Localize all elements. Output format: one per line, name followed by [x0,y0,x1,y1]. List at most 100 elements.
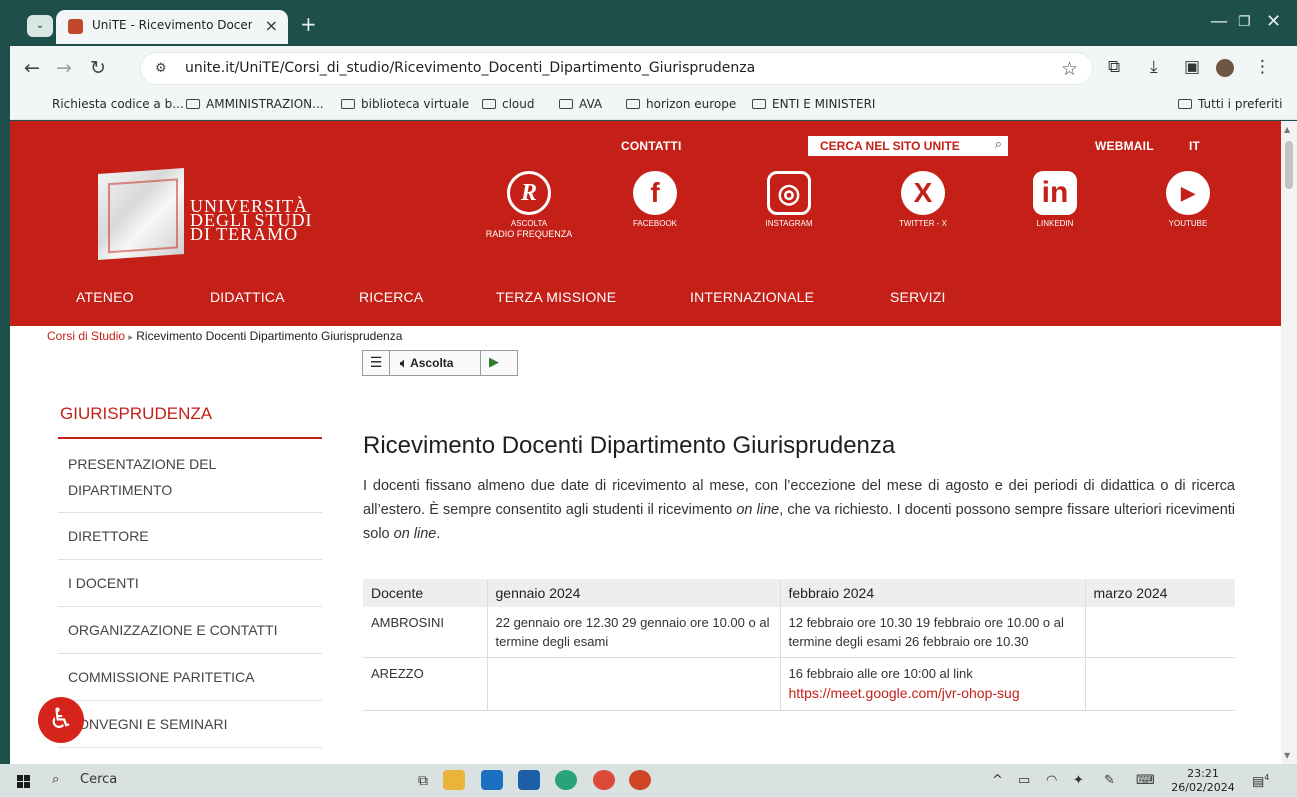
social-label: YOUTUBE [1168,219,1208,228]
bookmark-star-icon[interactable]: ☆ [1061,58,1078,80]
wifi-icon[interactable]: ◠ [1046,773,1057,788]
chrome-icon[interactable] [593,770,615,790]
contatti-link[interactable]: CONTATTI [621,139,681,153]
powerpoint-icon[interactable] [629,770,651,790]
breadcrumb-link[interactable]: Corsi di Studio [47,329,125,343]
all-bookmarks-folder[interactable]: Tutti i preferiti [1178,97,1282,111]
store-icon[interactable] [518,770,540,790]
pen-icon[interactable]: ✎ [1104,773,1115,788]
nav-servizi[interactable]: SERVIZI [890,289,946,305]
minimize-icon[interactable]: — [1210,11,1228,32]
meet-link[interactable]: https://meet.google.com/jvr-ohop-sug [789,685,1020,701]
close-window-icon[interactable]: ✕ [1266,11,1281,32]
sidebar-item-direttore[interactable]: DIRETTORE [58,513,322,560]
outlook-icon[interactable] [481,770,503,790]
profile-avatar[interactable] [1216,59,1234,77]
page-viewport: CONTATTI CERCA NEL SITO UNITE ⌕ WEBMAIL … [10,121,1297,764]
sidebar-item-convegni[interactable]: CONVEGNI E SEMINARI [58,701,322,748]
sidebar-item-docenti[interactable]: I DOCENTI [58,560,322,607]
sidebar-title[interactable]: GIURISPRUDENZA [60,404,212,424]
bookmark-folder[interactable]: AVA [559,97,602,111]
accessibility-icon[interactable]: ♿︎ [38,697,84,743]
menu-kebab-icon[interactable]: ⋮ [1254,57,1271,77]
site-header: CONTATTI CERCA NEL SITO UNITE ⌕ WEBMAIL … [10,121,1281,326]
battery-icon[interactable]: ▭ [1018,773,1030,788]
tab-close-icon[interactable]: × [265,16,278,35]
downloads-icon[interactable]: ⤓ [1150,57,1158,77]
youtube-link[interactable]: ▶ YOUTUBE [1133,171,1243,229]
sidebar-item-commissione[interactable]: COMMISSIONE PARITETICA [58,654,322,701]
sidebar-item-presentazione[interactable]: PRESENTAZIONE DEL DIPARTIMENTO [58,445,322,513]
bookmark-folder[interactable]: ENTI E MINISTERI [752,97,875,111]
listen-button[interactable]: 🔈︎ Ascolta [391,351,481,375]
notification-icon[interactable]: ▤4 [1252,773,1269,789]
site-info-icon[interactable]: ⚙ [155,61,167,76]
folder-icon [341,99,355,109]
bookmark-folder[interactable]: horizon europe [626,97,736,111]
app-tray-icon[interactable]: ✦ [1073,773,1084,788]
edge-icon[interactable] [555,770,577,790]
search-icon[interactable]: ⌕ [995,137,1002,152]
restore-icon[interactable]: ❐ [1238,14,1251,30]
new-tab-button[interactable]: + [300,12,317,36]
windows-start-icon[interactable] [17,775,30,788]
tab-search-button[interactable]: ⌄ [27,15,53,37]
tab-strip: ⌄ UniTE - Ricevimento Docenti Di × + — ❐… [0,0,1297,50]
forward-icon[interactable]: → [56,57,72,79]
task-view-icon[interactable]: ⧉ [418,773,428,789]
address-bar[interactable]: ⚙ unite.it/UniTE/Corsi_di_studio/Ricevim… [140,52,1093,85]
tray-overflow-icon[interactable]: ^ [992,773,1003,788]
nav-terza-missione[interactable]: TERZA MISSIONE [496,289,616,305]
facebook-link[interactable]: f FACEBOOK [600,171,710,229]
site-search-input[interactable]: CERCA NEL SITO UNITE ⌕ [808,136,1008,156]
page-scrollbar[interactable]: ▲ ▼ [1281,121,1297,764]
reload-icon[interactable]: ↻ [90,57,106,79]
language-switch[interactable]: IT [1189,139,1200,153]
breadcrumb-separator: ▸ [128,332,133,342]
reader-menu-icon[interactable]: ☰ [363,351,390,375]
bookmark-item[interactable]: Richiesta codice a b... [52,97,184,111]
url-text: unite.it/UniTE/Corsi_di_studio/Ricevimen… [185,60,756,76]
nav-internazionale[interactable]: INTERNAZIONALE [690,289,814,305]
clock-date: 26/02/2024 [1171,781,1235,794]
folder-icon [559,99,573,109]
search-placeholder: CERCA NEL SITO UNITE [820,139,960,153]
file-explorer-icon[interactable] [443,770,465,790]
scroll-down-icon[interactable]: ▼ [1284,751,1290,760]
column-header: gennaio 2024 [487,579,781,607]
nav-didattica[interactable]: DIDATTICA [210,289,285,305]
social-label: LINKEDIN [1036,219,1074,228]
side-panel-icon[interactable]: ▣ [1184,57,1200,77]
extensions-icon[interactable]: ⧉ [1108,57,1120,77]
keyboard-icon[interactable]: ⌨ [1136,773,1155,788]
notification-count: 4 [1264,773,1270,782]
system-clock[interactable]: 23:21 26/02/2024 [1168,767,1238,795]
scroll-up-icon[interactable]: ▲ [1284,125,1290,134]
play-icon[interactable]: ▶ [489,351,499,375]
bookmark-folder[interactable]: biblioteca virtuale [341,97,469,111]
sidebar-item-organizzazione[interactable]: ORGANIZZAZIONE E CONTATTI [58,607,322,654]
youtube-icon: ▶ [1166,171,1210,215]
back-icon[interactable]: ← [24,57,40,79]
scroll-thumb[interactable] [1285,141,1293,189]
linkedin-link[interactable]: in LINKEDIN [1000,171,1110,229]
active-tab[interactable]: UniTE - Ricevimento Docenti Di × [56,10,288,44]
nav-ateneo[interactable]: ATENEO [76,289,134,305]
webmail-link[interactable]: WEBMAIL [1095,139,1154,153]
twitter-x-link[interactable]: X TWITTER - X [868,171,978,229]
instagram-link[interactable]: ◎ INSTAGRAM [734,171,844,229]
social-label: TWITTER - X [899,219,947,228]
bookmark-folder[interactable]: AMMINISTRAZION... [186,97,324,111]
folder-icon [626,99,640,109]
radio-frequenza-link[interactable]: R ASCOLTA RADIO FREQUENZA [474,171,584,239]
taskbar-search[interactable]: Cerca [80,772,117,787]
cell-gennaio: 22 gennaio ore 12.30 29 gennaio ore 10.0… [487,607,781,658]
nav-ricerca[interactable]: RICERCA [359,289,423,305]
bookmarks-bar: Richiesta codice a b... AMMINISTRAZION..… [10,91,1297,120]
main-navigation: ATENEO DIDATTICA RICERCA TERZA MISSIONE … [10,289,1281,309]
search-icon[interactable]: ⌕ [52,772,59,787]
radio-frequenza-icon: R [507,171,551,215]
windows-taskbar: ⌕ Cerca ⧉ ^ ▭ ◠ ✦ ✎ ⌨ 23:21 26/02/2024 ▤… [0,764,1297,797]
bookmark-folder[interactable]: cloud [482,97,535,111]
office-hours-table: Docente gennaio 2024 febbraio 2024 marzo… [363,579,1235,711]
